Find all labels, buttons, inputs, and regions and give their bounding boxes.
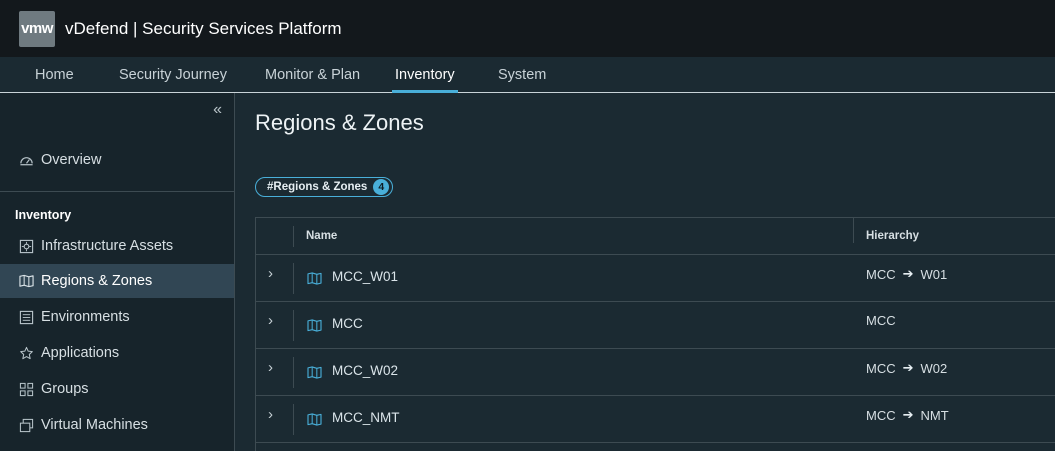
map-icon <box>307 272 322 285</box>
vmw-logo[interactable]: vmw <box>19 10 55 47</box>
filter-chip-label: #Regions & Zones <box>267 181 368 193</box>
table-row[interactable]: › MCC_W02 MCC ➔ W02 <box>256 349 1055 396</box>
zone-name-link[interactable]: MCC_W02 <box>332 363 398 378</box>
table-row[interactable]: › MCC_NMT MCC ➔ NMT <box>256 396 1055 443</box>
column-divider <box>293 404 294 435</box>
tab-inventory[interactable]: Inventory <box>392 57 458 93</box>
sidebar-item-label: Virtual Machines <box>41 417 148 433</box>
applications-icon <box>18 345 34 361</box>
hierarchy-segment: W02 <box>920 360 948 376</box>
zone-name-link[interactable]: MCC_NMT <box>332 410 400 425</box>
app-header: vmw vDefend | Security Services Platform <box>0 0 1055 57</box>
tab-system[interactable]: System <box>498 57 546 93</box>
table-row[interactable]: › MCC_W01 MCC ➔ W01 <box>256 255 1055 302</box>
arrow-right-icon: ➔ <box>902 360 914 375</box>
expand-chevron-icon[interactable]: › <box>268 312 273 329</box>
sidebar-section-heading: Inventory <box>15 208 72 222</box>
column-resize-handle[interactable] <box>853 218 854 243</box>
sidebar-item-label: Overview <box>41 152 102 168</box>
hierarchy-path: MCC ➔ NMT <box>866 407 949 423</box>
sidebar-divider <box>0 191 234 192</box>
column-divider <box>293 226 294 247</box>
vm-icon <box>18 417 34 433</box>
hierarchy-segment: MCC <box>866 407 896 423</box>
groups-icon <box>18 381 34 397</box>
environment-icon <box>18 309 34 325</box>
hierarchy-segment: W01 <box>920 266 948 282</box>
hierarchy-segment: NMT <box>920 407 949 423</box>
hierarchy-segment: MCC <box>866 313 896 328</box>
map-icon <box>307 319 322 332</box>
regions-zones-table: Name Hierarchy › MCC_W01 MCC ➔ W01 › MCC… <box>255 217 1055 451</box>
sidebar-item-applications[interactable]: Applications <box>0 336 234 370</box>
sidebar: « Overview Inventory Infrastructure Asse… <box>0 93 235 451</box>
column-divider <box>293 357 294 388</box>
main-content: Regions & Zones #Regions & Zones 4 Name … <box>235 93 1055 451</box>
dashboard-icon <box>18 152 34 168</box>
tab-home[interactable]: Home <box>35 57 74 93</box>
hierarchy-path: MCC ➔ W02 <box>866 360 947 376</box>
sidebar-item-label: Regions & Zones <box>41 273 153 289</box>
sidebar-item-infrastructure-assets[interactable]: Infrastructure Assets <box>0 229 234 263</box>
sidebar-item-label: Applications <box>41 345 120 361</box>
table-header: Name Hierarchy <box>256 218 1055 255</box>
arrow-right-icon: ➔ <box>902 266 914 281</box>
sidebar-item-label: Infrastructure Assets <box>41 238 174 254</box>
sidebar-item-virtual-machines[interactable]: Virtual Machines <box>0 408 234 442</box>
hierarchy-path: MCC <box>866 313 896 328</box>
hierarchy-path: MCC ➔ W01 <box>866 266 947 282</box>
app-title: vDefend | Security Services Platform <box>65 18 342 38</box>
column-divider <box>293 263 294 294</box>
double-chevron-left-icon[interactable]: « <box>213 101 222 119</box>
sidebar-item-regions-zones[interactable]: Regions & Zones <box>0 264 234 298</box>
arrow-right-icon: ➔ <box>902 407 914 422</box>
table-row[interactable]: › MCC MCC <box>256 302 1055 349</box>
map-icon <box>18 273 34 289</box>
hierarchy-segment: MCC <box>866 360 896 376</box>
sidebar-item-environments[interactable]: Environments <box>0 300 234 334</box>
sidebar-item-label: Groups <box>41 381 89 397</box>
expand-chevron-icon[interactable]: › <box>268 359 273 376</box>
map-icon <box>307 413 322 426</box>
top-nav: Home Security Journey Monitor & Plan Inv… <box>0 57 1055 93</box>
filter-chip[interactable]: #Regions & Zones 4 <box>255 177 394 197</box>
filter-chip-count-badge: 4 <box>373 179 390 195</box>
hierarchy-segment: MCC <box>866 266 896 282</box>
tab-security-journey[interactable]: Security Journey <box>119 57 227 93</box>
sidebar-item-label: Environments <box>41 309 130 325</box>
expand-chevron-icon[interactable]: › <box>268 406 273 423</box>
page-title: Regions & Zones <box>255 110 424 135</box>
sidebar-item-overview[interactable]: Overview <box>0 143 234 177</box>
column-divider <box>293 310 294 341</box>
sidebar-item-groups[interactable]: Groups <box>0 372 234 406</box>
zone-name-link[interactable]: MCC_W01 <box>332 269 398 284</box>
column-header-hierarchy[interactable]: Hierarchy <box>866 230 919 242</box>
zone-name-link[interactable]: MCC <box>332 316 363 331</box>
column-header-name[interactable]: Name <box>306 230 337 242</box>
tab-monitor-plan[interactable]: Monitor & Plan <box>265 57 360 93</box>
map-icon <box>307 366 322 379</box>
expand-chevron-icon[interactable]: › <box>268 265 273 282</box>
infrastructure-icon <box>18 238 34 254</box>
